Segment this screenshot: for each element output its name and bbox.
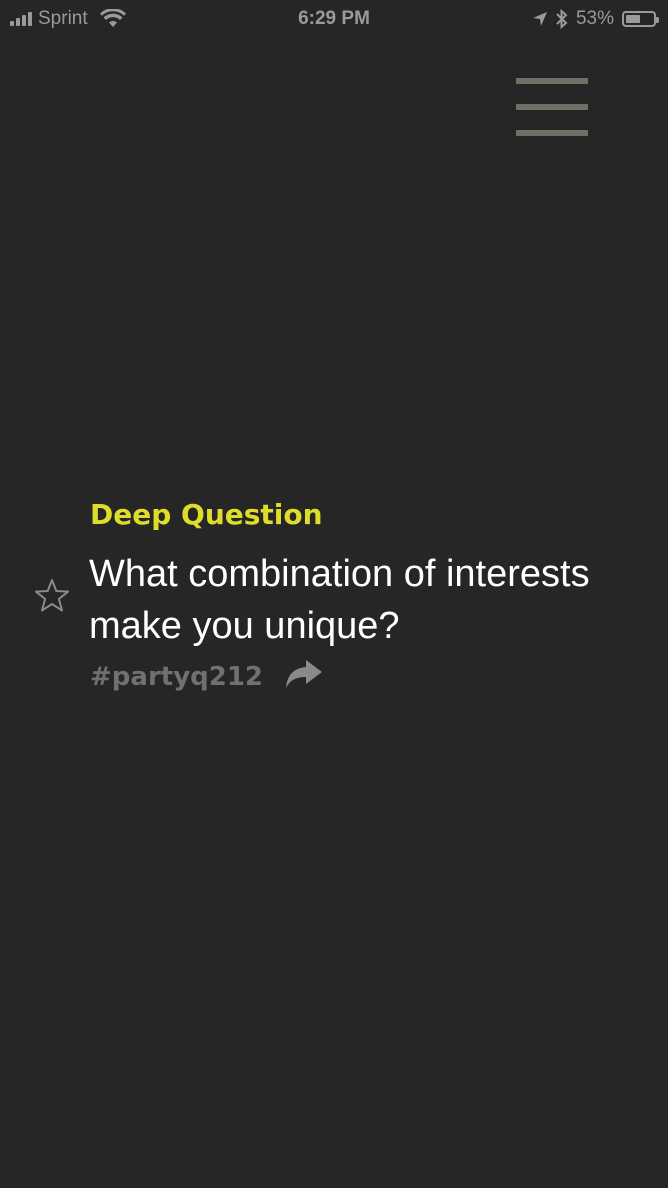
location-icon [532,12,547,26]
favorite-button[interactable] [32,576,72,616]
share-arrow-icon [286,660,322,688]
battery-percent: 53% [575,8,614,29]
question-hashtag: #partyq212 [90,662,264,692]
bluetooth-icon [556,9,568,29]
star-outline-icon [35,579,69,612]
status-bar: Sprint 6:29 PM 53% [0,0,668,40]
share-button[interactable] [284,658,328,694]
question-text: What combination of interests make you u… [89,553,590,647]
battery-icon [622,11,659,27]
question-category: Deep Question [90,498,323,531]
status-bar-right: 53% [532,7,659,31]
menu-button[interactable] [514,78,590,138]
battery-level [626,15,640,23]
